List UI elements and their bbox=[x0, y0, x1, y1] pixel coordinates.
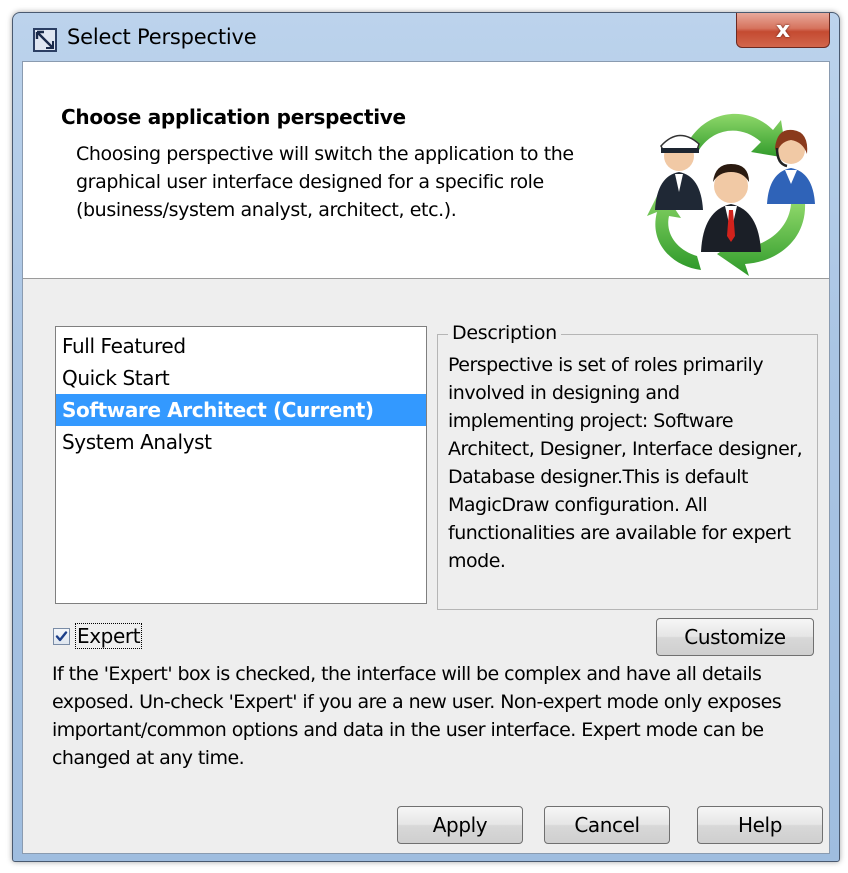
close-button[interactable]: x bbox=[736, 13, 830, 48]
title-bar[interactable]: Select Perspective x bbox=[13, 13, 839, 61]
header-title: Choose application perspective bbox=[61, 105, 406, 129]
check-icon bbox=[55, 630, 68, 641]
help-button[interactable]: Help bbox=[697, 806, 823, 844]
dialog-content: Choose application perspective Choosing … bbox=[22, 61, 830, 854]
close-icon: x bbox=[775, 17, 791, 43]
description-group: Description Perspective is set of roles … bbox=[437, 322, 818, 610]
dialog-window: Select Perspective x Choose application … bbox=[12, 12, 840, 862]
header-panel: Choose application perspective Choosing … bbox=[23, 62, 829, 279]
expert-label[interactable]: Expert bbox=[74, 623, 143, 649]
description-legend: Description bbox=[448, 322, 561, 344]
list-item-system-analyst[interactable]: System Analyst bbox=[56, 426, 426, 458]
customize-button[interactable]: Customize bbox=[656, 618, 814, 656]
perspective-list[interactable]: Full Featured Quick Start Software Archi… bbox=[55, 326, 427, 604]
expert-checkbox[interactable] bbox=[53, 627, 70, 645]
expert-checkbox-row[interactable]: Expert bbox=[53, 622, 143, 650]
list-item-full-featured[interactable]: Full Featured bbox=[56, 330, 426, 362]
expert-info-text: If the 'Expert' box is checked, the inte… bbox=[52, 663, 782, 769]
cancel-button[interactable]: Cancel bbox=[544, 806, 670, 844]
window-title: Select Perspective bbox=[67, 25, 257, 49]
magicdraw-app-icon bbox=[33, 28, 57, 52]
list-item-quick-start[interactable]: Quick Start bbox=[56, 362, 426, 394]
description-text: Perspective is set of roles primarily in… bbox=[448, 354, 803, 572]
apply-button[interactable]: Apply bbox=[397, 806, 523, 844]
perspective-people-cycle-icon bbox=[647, 113, 815, 276]
header-description: Choosing perspective will switch the app… bbox=[76, 143, 574, 221]
list-item-software-architect[interactable]: Software Architect (Current) bbox=[56, 394, 426, 426]
